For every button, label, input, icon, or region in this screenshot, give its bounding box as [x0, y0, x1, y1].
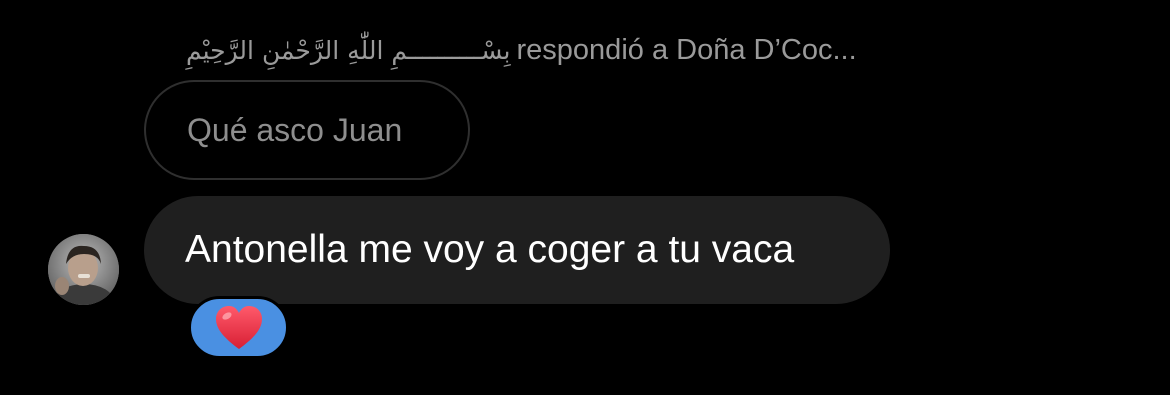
- avatar[interactable]: [48, 234, 119, 305]
- sender-name: بِسْــــــــــمِ اللّٰهِ الرَّحْمٰنِ الر…: [186, 35, 512, 65]
- reaction-pill[interactable]: [188, 296, 289, 359]
- reply-context-text: respondió a Doña D’Coc...: [516, 33, 857, 66]
- quoted-message-bubble[interactable]: Qué asco Juan: [144, 80, 470, 180]
- message-bubble[interactable]: Antonella me voy a coger a tu vaca: [144, 196, 890, 304]
- reply-header: بِسْــــــــــمِ اللّٰهِ الرَّحْمٰنِ الر…: [186, 28, 857, 72]
- avatar-image: [48, 234, 119, 305]
- quoted-message-text: Qué asco Juan: [187, 111, 403, 148]
- message-text: Antonella me voy a coger a tu vaca: [185, 228, 795, 271]
- heart-icon: [215, 305, 262, 349]
